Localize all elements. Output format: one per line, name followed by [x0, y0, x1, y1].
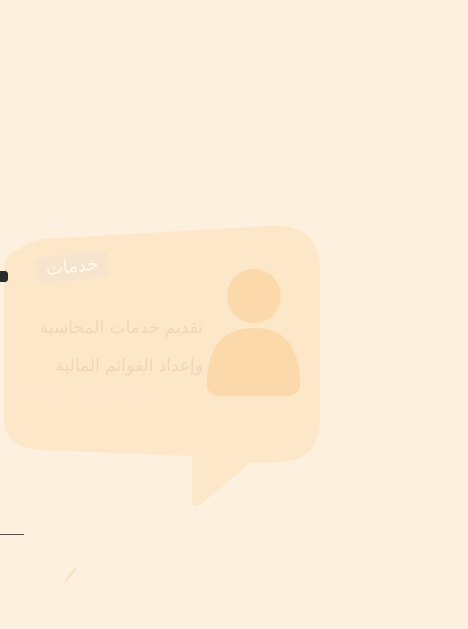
testimonial-scene: خدمات تقديم خدمات المحاسبة وإعداد القوائ…: [0, 0, 468, 629]
star-icon: [73, 385, 91, 402]
star-icon: [21, 385, 39, 402]
star-icon: [99, 385, 117, 402]
rating-stars: [20, 384, 144, 404]
speech-bubble: [4, 225, 320, 507]
service-title-line-2: وإعداد القوائم المالية: [55, 356, 204, 376]
feather-icon: [64, 566, 78, 584]
star-icon: [47, 385, 65, 402]
star-icon: [125, 385, 143, 402]
edge-marker: [0, 271, 8, 282]
divider-line: [0, 534, 24, 535]
service-title-line-1: تقديم خدمات المحاسبة: [39, 318, 203, 338]
